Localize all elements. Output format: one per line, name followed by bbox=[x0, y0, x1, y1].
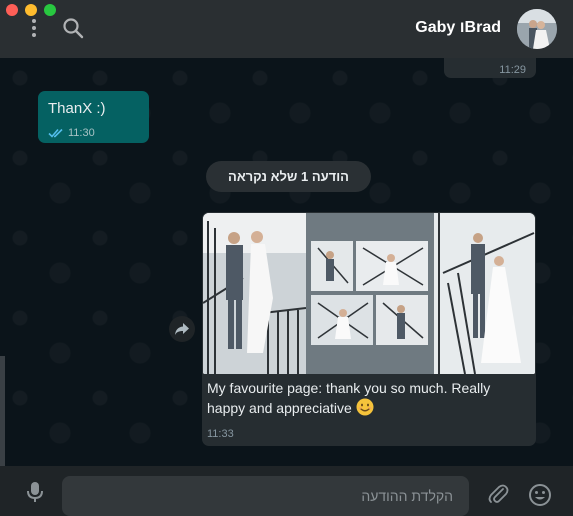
close-window-button[interactable] bbox=[6, 4, 18, 16]
forward-button[interactable] bbox=[169, 316, 195, 342]
message-time: 11:29 bbox=[499, 64, 526, 76]
message-text: ThanX :) bbox=[48, 100, 106, 117]
smiling-face-emoji bbox=[356, 398, 374, 416]
previous-message-bubble[interactable]: 11:29 bbox=[444, 58, 536, 78]
message-input[interactable] bbox=[83, 488, 453, 504]
scrollbar[interactable] bbox=[0, 356, 5, 466]
contact-name[interactable]: Gaby ו‎Brad bbox=[415, 19, 501, 37]
outgoing-message-bubble[interactable]: ThanX :) 11:30 bbox=[38, 91, 149, 143]
caption-text: My favourite page: thank you so much. Re… bbox=[207, 380, 491, 416]
message-composer[interactable] bbox=[62, 476, 469, 516]
search-icon[interactable] bbox=[62, 17, 84, 39]
microphone-icon[interactable] bbox=[24, 480, 46, 504]
zoom-window-button[interactable] bbox=[44, 4, 56, 16]
composer-bar bbox=[0, 466, 573, 516]
double-check-icon bbox=[48, 128, 63, 138]
avatar[interactable] bbox=[517, 9, 557, 49]
message-area[interactable]: 11:29 ThanX :) 11:30 הודעה 1 שלא נקראה M… bbox=[0, 58, 573, 466]
window-controls bbox=[6, 4, 56, 16]
message-meta: 11:30 bbox=[48, 127, 95, 139]
smiley-icon[interactable] bbox=[528, 483, 552, 507]
incoming-message-bubble[interactable]: My favourite page: thank you so much. Re… bbox=[202, 212, 536, 446]
message-time: 11:30 bbox=[68, 127, 95, 139]
chat-header: Gaby ו‎Brad bbox=[0, 0, 573, 58]
forward-icon bbox=[175, 323, 189, 335]
wedding-album-photo[interactable] bbox=[203, 213, 535, 374]
message-caption: My favourite page: thank you so much. Re… bbox=[207, 378, 527, 418]
message-time: 11:33 bbox=[207, 428, 234, 440]
unread-messages-divider: הודעה 1 שלא נקראה bbox=[206, 161, 371, 192]
vertical-dots-icon[interactable] bbox=[27, 17, 41, 39]
paperclip-icon[interactable] bbox=[487, 483, 509, 505]
minimize-window-button[interactable] bbox=[25, 4, 37, 16]
